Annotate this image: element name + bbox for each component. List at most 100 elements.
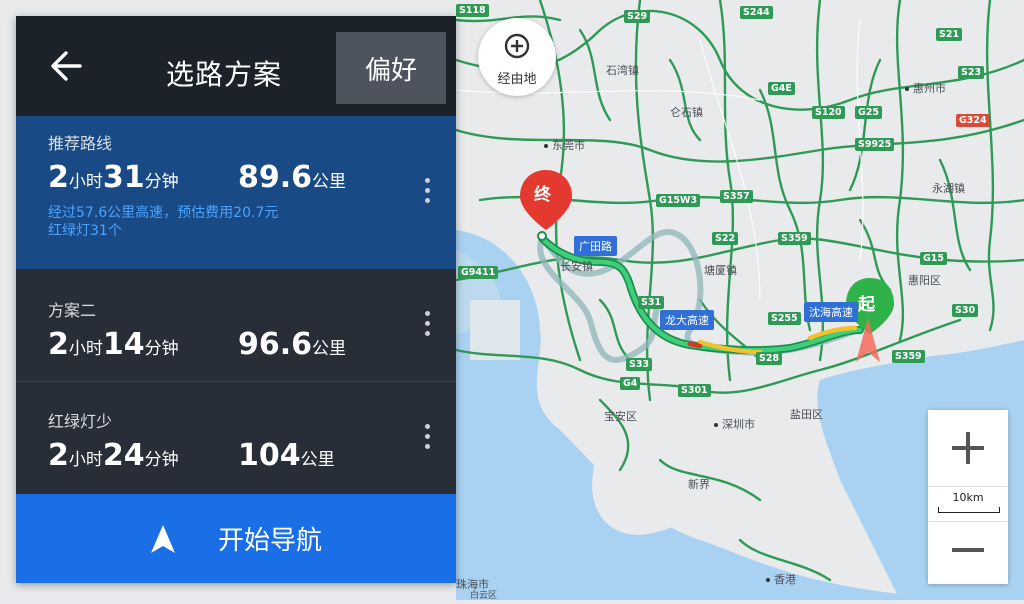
page-title: 选路方案	[166, 58, 283, 91]
panel-header: 选路方案 偏好	[16, 16, 456, 116]
map-label-changan: 长安镇	[560, 260, 593, 273]
road-shield: G25	[855, 106, 883, 119]
road-shield: S33	[626, 358, 653, 371]
map-label-baoan: 宝安区	[604, 410, 637, 423]
road-shield: S244	[740, 6, 773, 19]
route-option-fewer-lights[interactable]: 红绿灯少 2小时24分钟 104公里	[16, 382, 456, 494]
zoom-out-button[interactable]	[928, 520, 1008, 584]
duration-minutes: 14	[102, 327, 145, 362]
start-marker-label: 起	[858, 295, 875, 315]
route-distance: 96.6公里	[238, 327, 346, 362]
end-marker-label: 终	[534, 185, 551, 205]
road-shield: S120	[812, 106, 845, 119]
plus-icon	[952, 432, 984, 464]
route-option-recommended[interactable]: 推荐路线 2小时31分钟 89.6公里 经过57.6公里高速，预估费用20.7元…	[16, 116, 456, 269]
minus-icon	[952, 548, 984, 552]
preference-button[interactable]: 偏好	[336, 32, 446, 104]
map-label-huizhou: 惠州市	[905, 80, 946, 96]
map-label-tangxia: 塘厦镇	[704, 264, 737, 277]
distance-value: 104	[238, 438, 301, 473]
waypoint-label: 经由地	[497, 72, 537, 87]
road-shield: G9411	[458, 266, 499, 279]
road-shield: S21	[936, 28, 963, 41]
road-shield: G324	[956, 114, 990, 127]
distance-value: 96.6	[238, 327, 313, 362]
map-label-hongkong: 香港	[766, 571, 796, 587]
road-shield: S9925	[855, 138, 895, 151]
add-waypoint-button[interactable]: 经由地	[478, 18, 556, 96]
duration-minutes: 24	[102, 438, 145, 473]
zoom-in-button[interactable]	[928, 410, 1008, 486]
more-vertical-icon	[424, 424, 430, 429]
zoom-controls: 10km	[928, 410, 1008, 584]
road-shield: S22	[712, 232, 739, 245]
road-shield: S359	[892, 350, 925, 363]
scale-label: 10km	[952, 491, 984, 504]
distance-unit: 公里	[312, 172, 347, 192]
route-more-button[interactable]	[422, 424, 432, 449]
road-shield: S30	[952, 304, 979, 317]
map-label-dongguan: 东莞市	[544, 137, 585, 153]
route-more-button[interactable]	[422, 178, 432, 203]
map-label-yonghu: 永湖镇	[932, 182, 965, 195]
more-vertical-icon	[424, 178, 430, 183]
road-shield: S28	[756, 352, 783, 365]
plus-circle-icon	[504, 33, 530, 59]
duration-hours: 2	[48, 160, 69, 195]
map-label-huiyang: 惠阳区	[908, 274, 941, 287]
start-navigation-button[interactable]: 开始导航	[16, 494, 456, 583]
navigation-arrow-icon	[150, 524, 175, 553]
map-label-xinjie: 新界	[688, 478, 710, 491]
route-description: 经过57.6公里高速，预估费用20.7元 红绿灯31个	[48, 204, 278, 240]
back-button[interactable]	[46, 44, 90, 88]
duration-minutes: 31	[102, 160, 145, 195]
start-navigation-label: 开始导航	[217, 526, 322, 556]
map-label-yantian: 盐田区	[790, 408, 823, 421]
hour-unit: 小时	[68, 172, 103, 192]
duration-hours: 2	[48, 327, 69, 362]
route-name: 推荐路线	[48, 134, 113, 153]
road-shield: S23	[958, 66, 985, 79]
minute-unit: 分钟	[144, 339, 179, 359]
road-tag-guangtian: 广田路	[574, 236, 617, 256]
road-shield: S301	[678, 384, 711, 397]
road-shield: G15	[920, 252, 948, 265]
map-label-shiwan: 石湾镇	[606, 64, 639, 77]
road-shield: S357	[720, 190, 753, 203]
road-shield: S118	[456, 4, 489, 17]
distance-value: 89.6	[238, 160, 313, 195]
route-name: 方案二	[48, 301, 97, 320]
road-shield: S359	[778, 232, 811, 245]
more-vertical-icon	[424, 311, 430, 316]
scale-bar	[938, 507, 1000, 513]
route-duration: 2小时14分钟	[48, 327, 179, 362]
hour-unit: 小时	[68, 450, 103, 470]
road-tag-longda: 龙大高速	[660, 310, 714, 330]
distance-unit: 公里	[300, 450, 335, 470]
map-label-baiyun: 白云区	[470, 591, 498, 601]
route-duration: 2小时24分钟	[48, 438, 179, 473]
road-shield: G15W3	[656, 194, 701, 207]
map-scale: 10km	[928, 486, 1008, 522]
arrow-left-icon	[51, 51, 82, 81]
road-tag-shenhai: 沈海高速	[804, 302, 858, 322]
minute-unit: 分钟	[144, 172, 179, 192]
route-option-2[interactable]: 方案二 2小时14分钟 96.6公里	[16, 269, 456, 382]
map-label-shenzhen: 深圳市	[714, 416, 755, 432]
route-highway-fee: 经过57.6公里高速，预估费用20.7元	[48, 205, 279, 221]
route-traffic-lights: 红绿灯31个	[48, 223, 122, 239]
route-duration: 2小时31分钟	[48, 160, 179, 195]
minute-unit: 分钟	[144, 450, 179, 470]
duration-hours: 2	[48, 438, 69, 473]
road-shield: G4	[620, 377, 641, 390]
road-shield: G4E	[768, 82, 795, 95]
road-shield: S255	[768, 312, 801, 325]
distance-unit: 公里	[312, 339, 347, 359]
map-label-lunshi: 仑石镇	[670, 106, 703, 119]
route-distance: 104公里	[238, 438, 335, 473]
route-name: 红绿灯少	[48, 412, 113, 431]
route-more-button[interactable]	[422, 311, 432, 336]
route-distance: 89.6公里	[238, 160, 346, 195]
road-shield: S31	[638, 296, 665, 309]
route-selection-panel: 选路方案 偏好 推荐路线 2小时31分钟 89.6公里 经过57.6公里高速，预…	[16, 16, 456, 583]
